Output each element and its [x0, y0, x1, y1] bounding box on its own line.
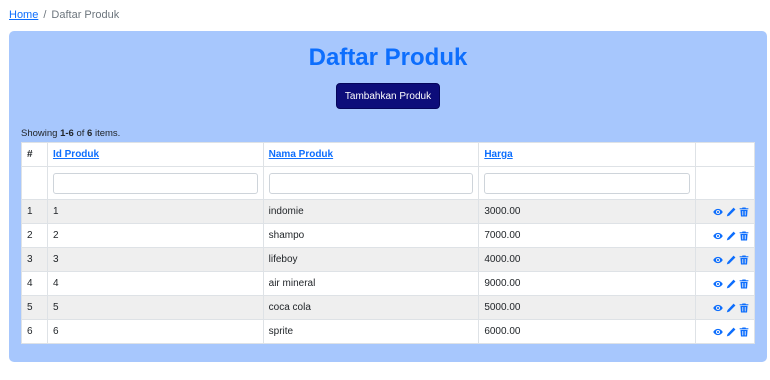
- trash-icon[interactable]: [739, 327, 749, 337]
- add-product-button[interactable]: Tambahkan Produk: [336, 83, 440, 109]
- row-actions: [701, 279, 749, 289]
- cell-price: 9000.00: [478, 271, 696, 296]
- cell-actions: [694, 271, 756, 296]
- header-actions: [694, 142, 756, 167]
- filter-id-input[interactable]: [52, 172, 258, 194]
- cell-id: 5: [46, 295, 264, 320]
- product-table: # Id Produk Nama Produk Harga 1 1 indomie 3…: [21, 142, 756, 344]
- breadcrumb-current: Daftar Produk: [51, 9, 120, 21]
- filter-row: [21, 166, 756, 200]
- cell-name: lifeboy: [262, 247, 480, 272]
- cell-actions: [694, 295, 756, 320]
- cell-no: 1: [21, 199, 48, 224]
- trash-icon[interactable]: [739, 255, 749, 265]
- header-price: Harga: [478, 142, 696, 167]
- trash-icon[interactable]: [739, 231, 749, 241]
- cell-no: 2: [21, 223, 48, 248]
- cell-id: 2: [46, 223, 264, 248]
- cell-price: 5000.00: [478, 295, 696, 320]
- cell-name: indomie: [262, 199, 480, 224]
- pencil-icon[interactable]: [726, 207, 736, 217]
- table-row: 2 2 shampo 7000.00: [21, 223, 756, 248]
- product-card: Daftar Produk Tambahkan Produk Showing 1…: [9, 31, 767, 362]
- cell-actions: [694, 247, 756, 272]
- cell-actions: [694, 223, 756, 248]
- sort-price-link[interactable]: Harga: [484, 149, 512, 160]
- cell-name: air mineral: [262, 271, 480, 296]
- table-row: 6 6 sprite 6000.00: [21, 319, 756, 344]
- filter-cell-number: [21, 166, 48, 200]
- table-row: 5 5 coca cola 5000.00: [21, 295, 756, 320]
- cell-price: 6000.00: [478, 319, 696, 344]
- eye-icon[interactable]: [713, 279, 723, 289]
- row-actions: [701, 327, 749, 337]
- pencil-icon[interactable]: [726, 303, 736, 313]
- filter-cell-actions: [694, 166, 756, 200]
- header-name: Nama Produk: [262, 142, 480, 167]
- row-actions: [701, 303, 749, 313]
- summary-range: 1-6: [60, 128, 74, 139]
- table-row: 1 1 indomie 3000.00: [21, 199, 756, 224]
- filter-price-input[interactable]: [484, 172, 690, 194]
- table-header-row: # Id Produk Nama Produk Harga: [21, 142, 756, 167]
- eye-icon[interactable]: [713, 303, 723, 313]
- cell-id: 6: [46, 319, 264, 344]
- row-actions: [701, 231, 749, 241]
- eye-icon[interactable]: [713, 255, 723, 265]
- cell-id: 4: [46, 271, 264, 296]
- pencil-icon[interactable]: [726, 255, 736, 265]
- page-title: Daftar Produk: [308, 44, 468, 71]
- cell-no: 6: [21, 319, 48, 344]
- cell-price: 7000.00: [478, 223, 696, 248]
- cell-actions: [694, 319, 756, 344]
- sort-id-link[interactable]: Id Produk: [53, 149, 99, 160]
- cell-name: shampo: [262, 223, 480, 248]
- table-row: 4 4 air mineral 9000.00: [21, 271, 756, 296]
- breadcrumb: Home / Daftar Produk: [9, 9, 119, 21]
- eye-icon[interactable]: [713, 231, 723, 241]
- pencil-icon[interactable]: [726, 327, 736, 337]
- pencil-icon[interactable]: [726, 231, 736, 241]
- filter-cell-price: [478, 166, 696, 200]
- cell-no: 5: [21, 295, 48, 320]
- summary-prefix: Showing: [21, 128, 61, 139]
- cell-name: coca cola: [262, 295, 480, 320]
- eye-icon[interactable]: [713, 207, 723, 217]
- trash-icon[interactable]: [739, 279, 749, 289]
- summary-text: Showing 1-6 of 6 items.: [21, 128, 120, 139]
- row-actions: [701, 207, 749, 217]
- cell-actions: [694, 199, 756, 224]
- cell-price: 3000.00: [478, 199, 696, 224]
- header-id: Id Produk: [46, 142, 264, 167]
- cell-no: 3: [21, 247, 48, 272]
- eye-icon[interactable]: [713, 327, 723, 337]
- table-body: 1 1 indomie 3000.00 2 2 shampo 7000.00 3 3 lifeboy…: [21, 199, 756, 344]
- table-row: 3 3 lifeboy 4000.00: [21, 247, 756, 272]
- breadcrumb-home-link[interactable]: Home: [9, 9, 38, 21]
- filter-cell-id: [46, 166, 264, 200]
- cell-no: 4: [21, 271, 48, 296]
- cell-id: 1: [46, 199, 264, 224]
- cell-name: sprite: [262, 319, 480, 344]
- pencil-icon[interactable]: [726, 279, 736, 289]
- trash-icon[interactable]: [739, 207, 749, 217]
- cell-id: 3: [46, 247, 264, 272]
- breadcrumb-separator: /: [43, 9, 47, 21]
- filter-name-input[interactable]: [268, 172, 474, 194]
- cell-price: 4000.00: [478, 247, 696, 272]
- trash-icon[interactable]: [739, 303, 749, 313]
- header-number: #: [21, 142, 48, 167]
- row-actions: [701, 255, 749, 265]
- summary-of: of: [73, 128, 88, 139]
- filter-cell-name: [262, 166, 480, 200]
- summary-suffix: items.: [92, 128, 121, 139]
- sort-name-link[interactable]: Nama Produk: [269, 149, 333, 160]
